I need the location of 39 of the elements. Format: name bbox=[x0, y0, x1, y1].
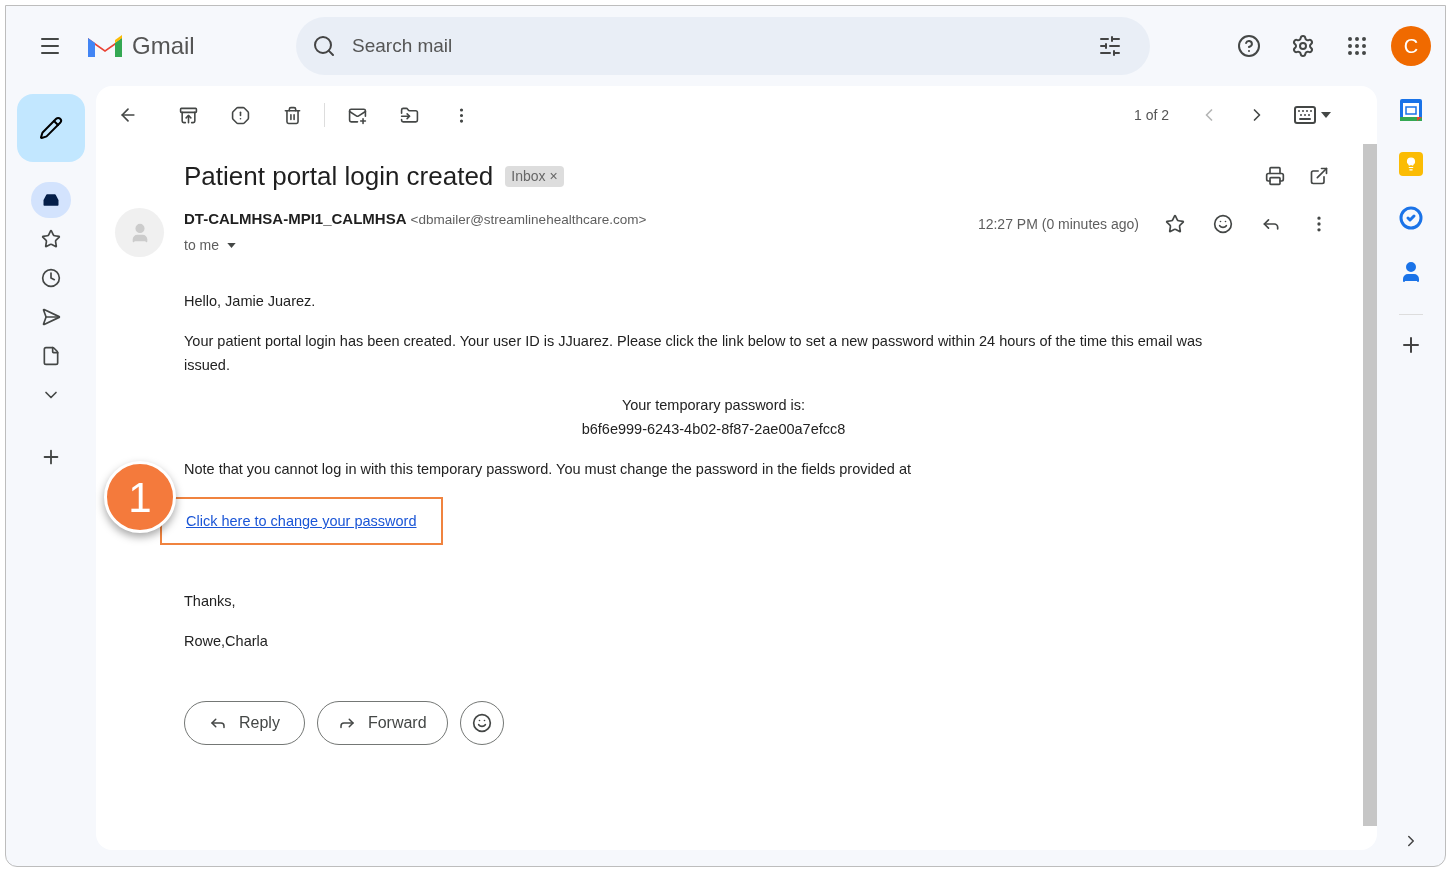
star-icon bbox=[41, 229, 61, 249]
compose-button[interactable] bbox=[17, 94, 85, 162]
body-text: Rowe,Charla bbox=[184, 632, 269, 651]
email-time: 12:27 PM (0 minutes ago) bbox=[977, 215, 1139, 234]
body-text: Hello, Jamie Juarez. bbox=[184, 292, 317, 311]
body-text: Your patient portal login has been created. Your user ID is JJuarez. Please click the link below to set a new password within 24 hours of the time this email was issued. bbox=[184, 332, 1204, 375]
body-text: Your temporary password is: bbox=[620, 396, 807, 415]
document-icon bbox=[41, 346, 61, 366]
sender-avatar bbox=[115, 208, 164, 257]
email-subject: Patient portal login created bbox=[184, 159, 494, 193]
sender-email: <dbmailer@streamlinehealthcare.com> bbox=[410, 211, 647, 229]
send-icon bbox=[41, 307, 61, 327]
label-chip[interactable]: Inbox × bbox=[505, 165, 564, 187]
tasks-icon bbox=[1399, 206, 1423, 230]
caret-icon bbox=[1321, 112, 1331, 118]
app-name: Gmail bbox=[132, 31, 195, 61]
body-text: b6f6e999-6243-4b02-8f87-2ae00a7efcc8 bbox=[580, 420, 847, 439]
body-text: Note that you cannot log in with this temporary password. You must change the password in the fields provided at bbox=[184, 460, 913, 479]
calendar-icon bbox=[1399, 98, 1423, 122]
recipient-dropdown[interactable]: to me bbox=[184, 234, 236, 256]
caret-icon bbox=[227, 242, 236, 248]
pager-text: 1 of 2 bbox=[1133, 105, 1169, 125]
scrollbar[interactable] bbox=[1363, 144, 1377, 826]
search-icon bbox=[312, 34, 336, 58]
logo-icon bbox=[86, 32, 124, 60]
clock-icon bbox=[41, 268, 61, 288]
emoji-icon bbox=[471, 713, 492, 733]
search-bar[interactable]: Search mail bbox=[296, 17, 1150, 75]
filter-icon bbox=[1098, 34, 1122, 58]
search-field[interactable]: Search mail bbox=[352, 31, 1082, 61]
body-text: Thanks, bbox=[184, 592, 237, 611]
keyboard-icon bbox=[1293, 103, 1317, 127]
nav-item[interactable] bbox=[31, 182, 71, 218]
password-link[interactable]: Click here to change your password bbox=[186, 513, 417, 529]
pencil-icon bbox=[39, 116, 63, 140]
remove-label[interactable]: × bbox=[549, 167, 558, 184]
input-tools-button[interactable] bbox=[1293, 103, 1331, 127]
sender-name: DT-CALMHSA-MPI1_CALMHSA bbox=[184, 209, 407, 229]
step-callout: 1 bbox=[104, 461, 176, 533]
